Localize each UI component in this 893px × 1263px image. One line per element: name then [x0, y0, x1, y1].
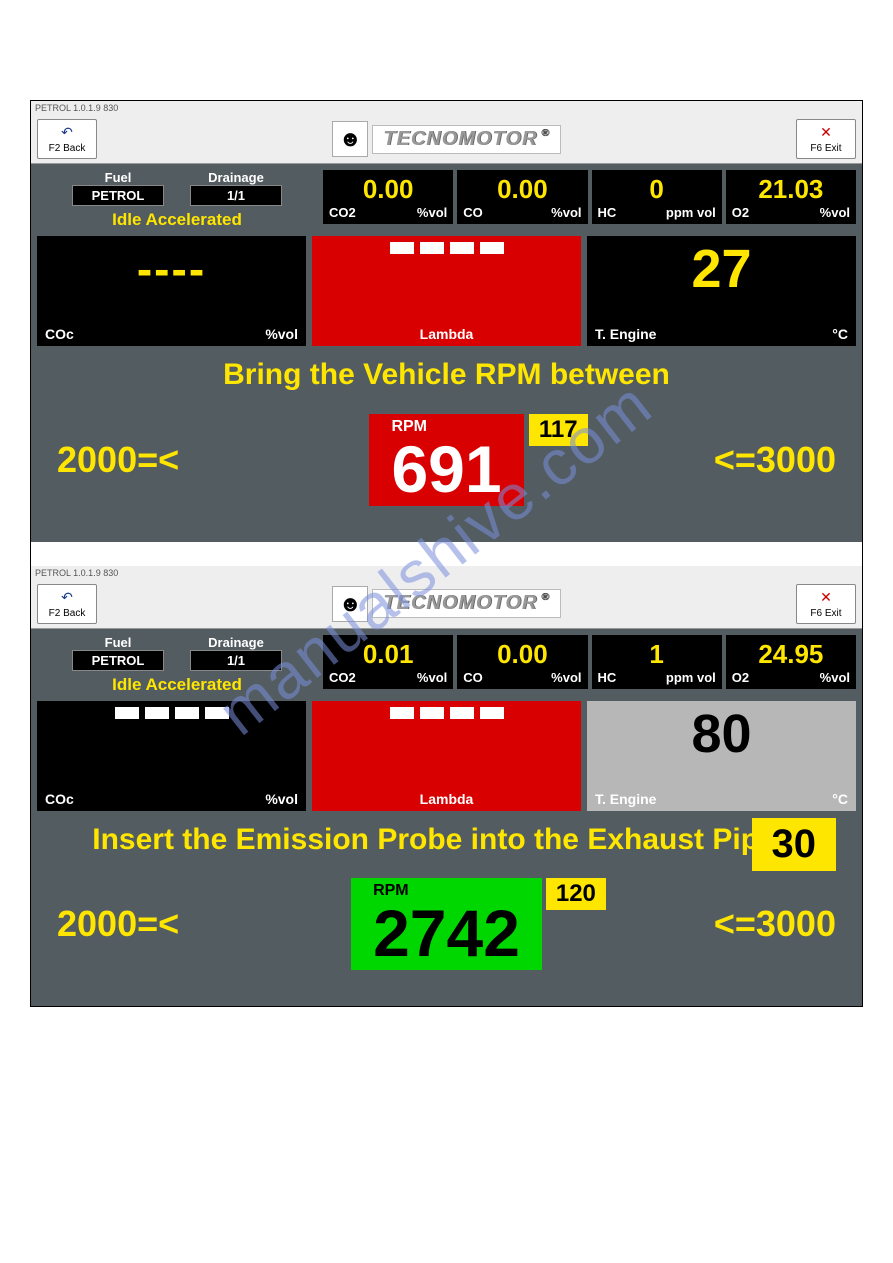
co-value: 0.00 — [463, 174, 581, 205]
rpm-row: 2000=< RPM 691 117 <=3000 — [37, 414, 856, 536]
lambda-value — [320, 707, 573, 719]
back-button[interactable]: ↶ F2 Back — [37, 119, 97, 159]
close-icon: ✕ — [820, 589, 832, 606]
instruction-text: Bring the Vehicle RPM between — [37, 346, 856, 414]
limit-low: 2000=< — [57, 439, 179, 481]
instruction-text: Insert the Emission Probe into the Exhau… — [37, 811, 856, 879]
lambda-cell: Lambda — [312, 701, 581, 811]
fuel-block: Fuel PETROL Drainage 1/1 Idle Accelerate… — [37, 170, 317, 230]
screen-1: PETROL 1.0.1.9 830 ↶ F2 Back ☻ TECNOMOTO… — [31, 101, 862, 542]
logo: ☻ TECNOMOTOR® — [332, 586, 560, 622]
screen-2: PETROL 1.0.1.9 830 ↶ F2 Back ☻ TECNOMOTO… — [31, 566, 862, 1007]
co2-cell: 0.00 CO2%vol — [323, 170, 453, 224]
logo-mascot-icon: ☻ — [332, 121, 368, 157]
temp-value: 80 — [595, 707, 848, 761]
hc-cell: 1 HCppm vol — [592, 635, 722, 689]
close-icon: ✕ — [820, 124, 832, 141]
fuel-label: Fuel — [105, 635, 132, 650]
temp-value: 27 — [595, 242, 848, 296]
status-row: Fuel PETROL Drainage 1/1 Idle Accelerate… — [37, 635, 856, 695]
temp-cell: 80 T. Engine°C — [587, 701, 856, 811]
status-row: Fuel PETROL Drainage 1/1 Idle Accelerate… — [37, 170, 856, 230]
rpm-box: RPM 691 117 — [369, 414, 523, 506]
rpm-value: 2742 — [373, 900, 520, 966]
coc-value: ---- — [45, 242, 298, 296]
big-row: COc%vol Lambda 80 T. Engine°C — [37, 701, 856, 811]
coc-cell: COc%vol — [37, 701, 306, 811]
big-row: ---- COc%vol Lambda 27 T. Engine°C — [37, 236, 856, 346]
drainage-label: Drainage — [208, 635, 264, 650]
co-cell: 0.00 CO%vol — [457, 635, 587, 689]
countdown-badge: 30 — [752, 818, 837, 871]
limit-high: <=3000 — [714, 903, 836, 945]
hc-value: 0 — [598, 174, 716, 205]
lambda-value — [320, 242, 573, 254]
coc-value — [45, 707, 298, 719]
limit-high: <=3000 — [714, 439, 836, 481]
undo-icon: ↶ — [61, 589, 73, 606]
co2-value: 0.00 — [329, 174, 447, 205]
logo-text: TECNOMOTOR® — [372, 589, 560, 618]
o2-cell: 24.95 O2%vol — [726, 635, 856, 689]
drainage-item: Drainage 1/1 — [190, 170, 282, 206]
temp-cell: 27 T. Engine°C — [587, 236, 856, 346]
o2-cell: 21.03 O2%vol — [726, 170, 856, 224]
drainage-value: 1/1 — [190, 650, 282, 671]
fuel-value: PETROL — [72, 185, 164, 206]
idle-status: Idle Accelerated — [112, 210, 242, 230]
logo-mascot-icon: ☻ — [332, 586, 368, 622]
document-frame: PETROL 1.0.1.9 830 ↶ F2 Back ☻ TECNOMOTO… — [30, 100, 863, 1007]
back-label: F2 Back — [49, 608, 86, 619]
fuel-item: Fuel PETROL — [72, 170, 164, 206]
exit-button[interactable]: ✕ F6 Exit — [796, 119, 856, 159]
exit-label: F6 Exit — [810, 608, 841, 619]
main-panel: Fuel PETROL Drainage 1/1 Idle Accelerate… — [31, 164, 862, 542]
hc-value: 1 — [598, 639, 716, 670]
gas-cells: 0.01 CO2%vol 0.00 CO%vol 1 HCppm vol 24.… — [323, 635, 856, 689]
drainage-item: Drainage 1/1 — [190, 635, 282, 671]
drainage-value: 1/1 — [190, 185, 282, 206]
gas-cells: 0.00 CO2%vol 0.00 CO%vol 0 HCppm vol 21.… — [323, 170, 856, 224]
logo: ☻ TECNOMOTOR® — [332, 121, 560, 157]
logo-text: TECNOMOTOR® — [372, 125, 560, 154]
co-cell: 0.00 CO%vol — [457, 170, 587, 224]
hc-cell: 0 HCppm vol — [592, 170, 722, 224]
fuel-item: Fuel PETROL — [72, 635, 164, 671]
toolbar: ↶ F2 Back ☻ TECNOMOTOR® ✕ F6 Exit — [31, 580, 862, 629]
fuel-label: Fuel — [105, 170, 132, 185]
rpm-row: 30 2000=< RPM 2742 120 <=3000 — [37, 878, 856, 1000]
app-title: PETROL 1.0.1.9 830 — [31, 101, 862, 115]
o2-value: 21.03 — [732, 174, 850, 205]
back-label: F2 Back — [49, 143, 86, 154]
undo-icon: ↶ — [61, 124, 73, 141]
fuel-block: Fuel PETROL Drainage 1/1 Idle Accelerate… — [37, 635, 317, 695]
co2-value: 0.01 — [329, 639, 447, 670]
rpm-badge: 117 — [529, 414, 588, 446]
main-panel: Fuel PETROL Drainage 1/1 Idle Accelerate… — [31, 629, 862, 1007]
idle-status: Idle Accelerated — [112, 675, 242, 695]
toolbar: ↶ F2 Back ☻ TECNOMOTOR® ✕ F6 Exit — [31, 115, 862, 164]
coc-cell: ---- COc%vol — [37, 236, 306, 346]
exit-button[interactable]: ✕ F6 Exit — [796, 584, 856, 624]
exit-label: F6 Exit — [810, 143, 841, 154]
back-button[interactable]: ↶ F2 Back — [37, 584, 97, 624]
lambda-cell: Lambda — [312, 236, 581, 346]
app-title: PETROL 1.0.1.9 830 — [31, 566, 862, 580]
rpm-value: 691 — [391, 436, 501, 502]
rpm-badge: 120 — [546, 878, 606, 910]
co2-cell: 0.01 CO2%vol — [323, 635, 453, 689]
drainage-label: Drainage — [208, 170, 264, 185]
fuel-value: PETROL — [72, 650, 164, 671]
o2-value: 24.95 — [732, 639, 850, 670]
limit-low: 2000=< — [57, 903, 179, 945]
rpm-box: RPM 2742 120 — [351, 878, 542, 970]
co-value: 0.00 — [463, 639, 581, 670]
